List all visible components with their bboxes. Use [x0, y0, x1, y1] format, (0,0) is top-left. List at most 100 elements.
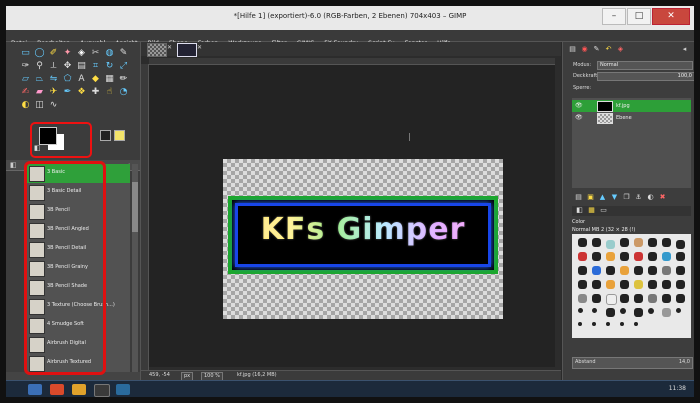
pattern-thumb[interactable] [620, 266, 629, 275]
lower-layer-icon[interactable]: ▼ [610, 193, 619, 202]
pattern-thumb[interactable] [648, 280, 657, 289]
pattern-thumb[interactable] [606, 252, 615, 261]
pattern-thumb[interactable] [592, 308, 597, 313]
zoom-tool-icon[interactable]: ⚲ [34, 61, 45, 72]
crop-tool-icon[interactable]: ⌗ [90, 61, 101, 72]
pattern-preview-icon[interactable] [114, 130, 125, 141]
perspective-tool-icon[interactable]: ⏢ [34, 74, 45, 85]
pattern-thumb[interactable] [634, 252, 643, 261]
gradients-dock-tab-icon[interactable]: ▭ [599, 206, 608, 215]
close-button[interactable]: ✕ [652, 8, 690, 25]
pattern-thumb[interactable] [648, 238, 657, 247]
foreground-color-swatch[interactable] [39, 127, 57, 145]
scissors-tool-icon[interactable]: ✂ [90, 48, 101, 59]
minimize-button[interactable]: – [602, 8, 626, 25]
pattern-thumb[interactable] [592, 294, 601, 303]
dock-menu-icon[interactable]: ◂ [680, 45, 689, 54]
free-select-tool-icon[interactable]: ✐ [48, 48, 59, 59]
pattern-thumb[interactable] [634, 266, 643, 275]
pattern-thumb[interactable] [676, 266, 685, 275]
paths-tab-icon[interactable]: ✎ [592, 45, 601, 54]
taskbar-app-icon[interactable] [50, 384, 64, 395]
airbrush-tool-icon[interactable]: ✈ [48, 87, 59, 98]
pattern-thumb[interactable] [578, 238, 587, 247]
pencil-tool-icon[interactable]: ✏ [118, 74, 129, 85]
rotate-tool-icon[interactable]: ↻ [104, 61, 115, 72]
pattern-thumb[interactable] [648, 266, 657, 275]
paintbrush-tool-icon[interactable]: ✍ [20, 87, 31, 98]
channels-tab-icon[interactable]: ◉ [580, 45, 589, 54]
brushes-dock-tab-icon[interactable]: ◧ [575, 206, 584, 215]
brush-list-scroll-thumb[interactable] [132, 182, 138, 232]
pattern-thumb[interactable] [592, 238, 601, 247]
foreground-background-colors[interactable]: ◧ [30, 122, 92, 158]
image-tab-close-icon[interactable]: ✕ [167, 44, 172, 51]
new-layer-group-icon[interactable]: ▣ [586, 193, 595, 202]
brush-list-scrollbar[interactable] [132, 164, 138, 372]
maximize-button[interactable]: □ [627, 8, 651, 25]
perspective-clone-tool-icon[interactable]: ◫ [34, 100, 45, 111]
move-tool-icon[interactable]: ✥ [62, 61, 73, 72]
pattern-thumb[interactable] [592, 266, 601, 275]
pattern-thumb[interactable] [662, 280, 671, 289]
brush-preview-icon[interactable] [100, 130, 111, 141]
text-tool-icon[interactable]: A [76, 74, 87, 85]
eye-icon[interactable]: 👁 [575, 114, 583, 121]
pattern-thumb[interactable] [620, 238, 629, 247]
pattern-thumb[interactable] [606, 294, 617, 305]
fuzzy-select-tool-icon[interactable]: ✦ [62, 48, 73, 59]
pattern-thumb[interactable] [648, 252, 657, 261]
spacing-control[interactable]: Abstand 14,0 [572, 357, 693, 369]
pattern-thumb[interactable] [676, 308, 681, 313]
ellipse-select-tool-icon[interactable]: ◯ [34, 48, 45, 59]
pattern-thumb[interactable] [662, 266, 671, 275]
pattern-thumb[interactable] [634, 238, 643, 247]
eye-icon[interactable]: 👁 [575, 102, 583, 109]
raise-layer-icon[interactable]: ▲ [598, 193, 607, 202]
undo-history-tab-icon[interactable]: ↶ [604, 45, 613, 54]
paths-tool-icon[interactable]: ✎ [118, 48, 129, 59]
rect-select-tool-icon[interactable]: ▭ [20, 48, 31, 59]
ink-tool-icon[interactable]: ✒ [62, 87, 73, 98]
taskbar-app-icon[interactable] [72, 384, 86, 395]
vertical-ruler[interactable] [141, 64, 149, 370]
pattern-thumb[interactable] [676, 280, 685, 289]
pattern-thumb[interactable] [662, 294, 671, 303]
heal-tool-icon[interactable]: ✚ [90, 87, 101, 98]
pattern-thumb[interactable] [620, 294, 629, 303]
image-canvas[interactable]: KFs Gimper [223, 159, 503, 319]
pattern-thumb[interactable] [578, 280, 587, 289]
start-button-icon[interactable] [28, 384, 42, 395]
layers-tab-icon[interactable]: ▤ [568, 45, 577, 54]
layer-row[interactable]: 👁 Ebene [572, 112, 691, 124]
colormap-tab-icon[interactable]: ◈ [616, 45, 625, 54]
pattern-thumb[interactable] [662, 308, 671, 317]
smudge-tool-icon[interactable]: ☝ [104, 87, 115, 98]
pattern-thumb[interactable] [578, 266, 587, 275]
pattern-thumb[interactable] [578, 294, 587, 303]
scale-tool-icon[interactable]: ⤢ [118, 61, 129, 72]
select-by-color-tool-icon[interactable]: ◈ [76, 48, 87, 59]
active-image-tab-close-icon[interactable]: ✕ [197, 44, 202, 51]
image-tab-thumbnail[interactable] [147, 43, 167, 57]
pattern-thumb[interactable] [634, 294, 643, 303]
pattern-grid[interactable] [572, 234, 691, 338]
pattern-thumb[interactable] [676, 240, 685, 249]
eraser-tool-icon[interactable]: ▰ [34, 87, 45, 98]
reset-colors-icon[interactable]: ◧ [34, 144, 41, 152]
patterns-dock-tab-icon[interactable]: ▦ [587, 206, 596, 215]
pattern-thumb[interactable] [606, 266, 615, 275]
pattern-thumb[interactable] [606, 280, 615, 289]
pattern-thumb[interactable] [592, 280, 601, 289]
pattern-thumb[interactable] [578, 322, 582, 326]
canvas-viewport[interactable]: KFs Gimper [149, 65, 555, 367]
pattern-thumb[interactable] [662, 252, 671, 261]
brushes-tab-icon[interactable]: ◧ [10, 161, 17, 169]
delete-layer-icon[interactable]: ✖ [658, 193, 667, 202]
pattern-thumb[interactable] [606, 308, 615, 317]
mask-layer-icon[interactable]: ◐ [646, 193, 655, 202]
anchor-layer-icon[interactable]: ⚓ [634, 193, 643, 202]
duplicate-layer-icon[interactable]: ❐ [622, 193, 631, 202]
pattern-thumb[interactable] [634, 280, 643, 289]
flip-tool-icon[interactable]: ⇋ [48, 74, 59, 85]
